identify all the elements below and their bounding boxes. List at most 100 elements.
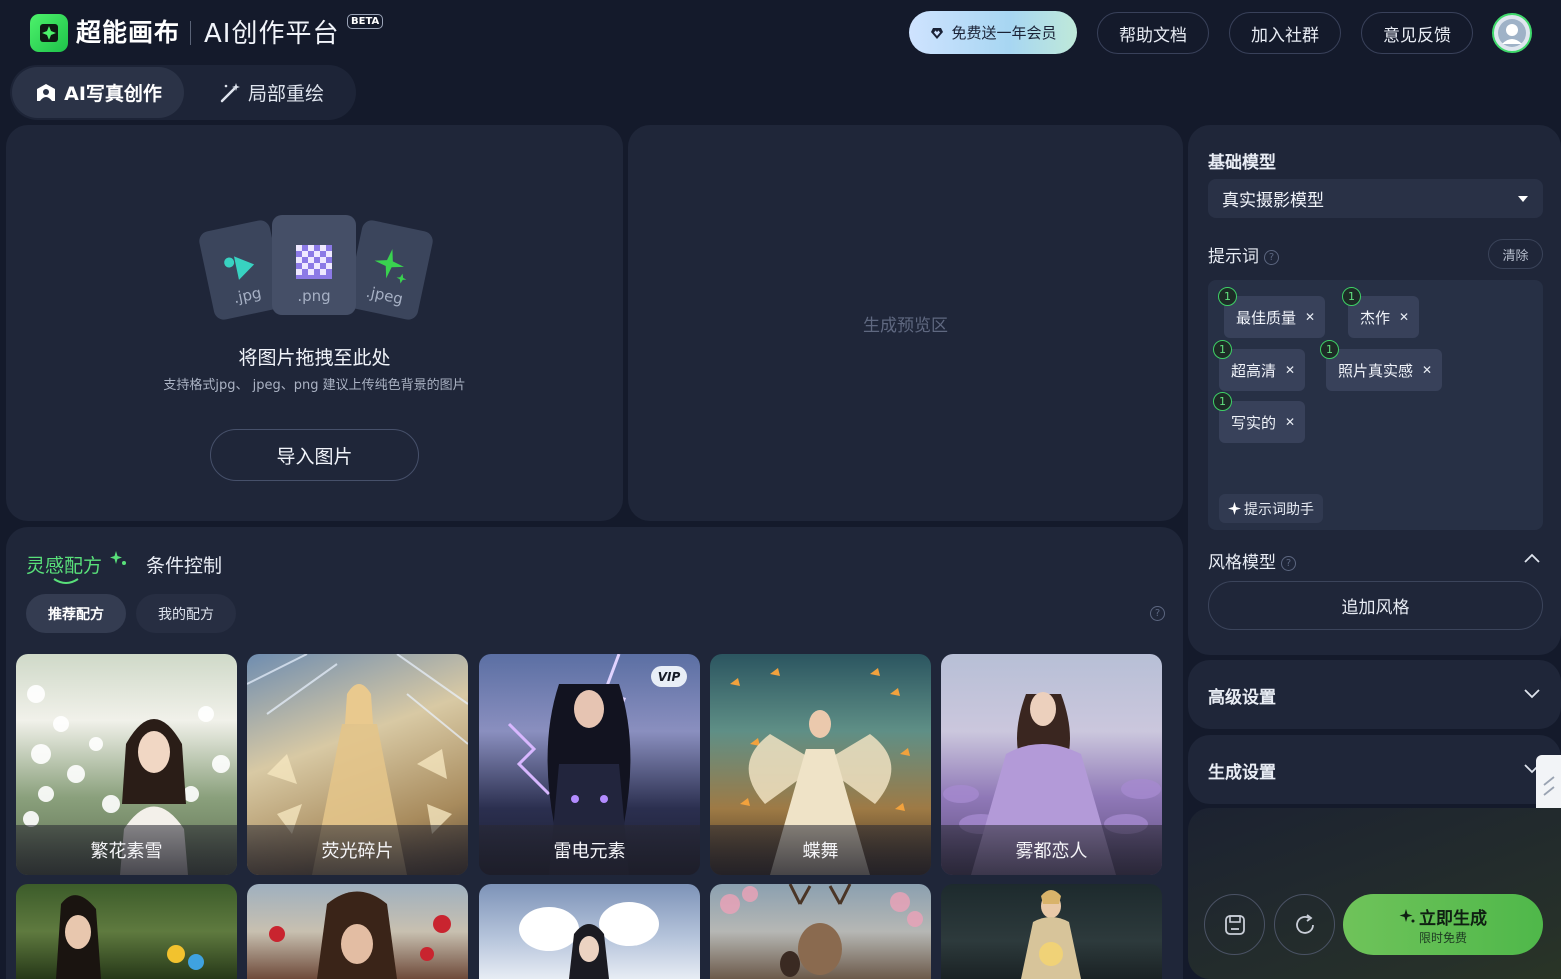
- pill-recommended[interactable]: 推荐配方: [26, 594, 126, 633]
- recipe-card[interactable]: 繁花素雪: [16, 654, 237, 875]
- drop-title: 将图片拖拽至此处: [238, 347, 391, 369]
- save-icon: [1224, 914, 1245, 935]
- generate-label: 立即生成: [1419, 908, 1487, 929]
- tag-weight[interactable]: 1: [1213, 340, 1232, 359]
- prompt-tag-box[interactable]: 1 最佳质量 ✕ 1 杰作 ✕ 1 超高清 ✕ 1 照片真实感 ✕ 1 写实的 …: [1208, 280, 1543, 530]
- free-vip-label: 免费送一年会员: [951, 24, 1057, 42]
- tab-inpaint[interactable]: 局部重绘: [196, 67, 346, 118]
- brand-name: 超能画布: [76, 18, 181, 47]
- generate-settings-label: 生成设置: [1208, 763, 1276, 783]
- card-label: 雷电元素: [479, 825, 700, 875]
- prompt-tag[interactable]: 1 写实的 ✕: [1213, 392, 1306, 443]
- remove-tag-icon[interactable]: ✕: [1285, 363, 1295, 377]
- prompt-assistant-label: 提示词助手: [1244, 501, 1314, 518]
- sparkle-icon: [374, 249, 407, 284]
- tab-inspiration[interactable]: 灵感配方: [26, 551, 102, 578]
- remove-tag-icon[interactable]: ✕: [1285, 415, 1295, 429]
- tag-label: 超高清: [1231, 361, 1277, 380]
- recipe-card[interactable]: [247, 884, 468, 979]
- prompt-tag[interactable]: 1 杰作 ✕: [1342, 287, 1420, 338]
- prompt-tag[interactable]: 1 超高清 ✕: [1213, 340, 1306, 391]
- style-model-row: 风格模型?: [1208, 548, 1296, 573]
- user-avatar[interactable]: [1492, 13, 1532, 53]
- help-docs-button[interactable]: 帮助文档: [1097, 12, 1209, 54]
- prompt-tag[interactable]: 1 最佳质量 ✕: [1218, 287, 1326, 338]
- resize-icon: [1542, 776, 1555, 796]
- play-icon: [224, 256, 255, 280]
- remove-tag-icon[interactable]: ✕: [1399, 310, 1409, 324]
- free-vip-button[interactable]: 免费送一年会员: [909, 11, 1077, 54]
- save-button[interactable]: [1204, 894, 1265, 955]
- sparkle-icon: [1228, 502, 1241, 515]
- platform-title: AI创作平台: [204, 19, 340, 49]
- add-style-button[interactable]: 追加风格: [1208, 581, 1543, 630]
- chevron-down-icon[interactable]: [1524, 689, 1540, 699]
- join-community-button[interactable]: 加入社群: [1229, 12, 1341, 54]
- jpeg-label: .jpeg: [364, 282, 405, 309]
- card-label: 蝶舞: [710, 825, 931, 875]
- prompt-tag[interactable]: 1 照片真实感 ✕: [1320, 340, 1443, 391]
- recipe-card[interactable]: [479, 884, 700, 979]
- tag-weight[interactable]: 1: [1342, 287, 1361, 306]
- generate-button[interactable]: 立即生成 限时免费: [1343, 894, 1543, 955]
- prompt-label-row: 提示词?: [1208, 242, 1279, 267]
- tab-underline-icon: [53, 578, 79, 584]
- sparkle-icon: [110, 551, 126, 565]
- help-icon[interactable]: ?: [1281, 555, 1296, 571]
- remove-tag-icon[interactable]: ✕: [1422, 363, 1432, 377]
- recipe-card[interactable]: [710, 884, 931, 979]
- card-label: 繁花素雪: [16, 825, 237, 875]
- beta-badge: BETA: [347, 14, 384, 29]
- base-model-select[interactable]: 真实摄影模型: [1208, 179, 1543, 218]
- card-image: [720, 884, 923, 977]
- clear-prompt-button[interactable]: 清除: [1488, 239, 1543, 269]
- base-model-label: 基础模型: [1208, 153, 1276, 173]
- diamond-heart-icon: [931, 27, 944, 39]
- sparkle-icon: [1399, 909, 1415, 923]
- preview-panel: 生成预览区: [628, 125, 1183, 521]
- tag-weight[interactable]: 1: [1213, 392, 1232, 411]
- remove-tag-icon[interactable]: ✕: [1305, 310, 1315, 324]
- style-model-label: 风格模型: [1208, 553, 1276, 573]
- recipe-card[interactable]: 荧光碎片: [247, 654, 468, 875]
- card-image: [519, 902, 659, 979]
- card-label: 荧光碎片: [247, 825, 468, 875]
- tag-weight[interactable]: 1: [1320, 340, 1339, 359]
- png-label: .png: [297, 287, 331, 305]
- checker-icon: [296, 245, 332, 279]
- recipe-card[interactable]: [16, 884, 237, 979]
- tab-condition-control[interactable]: 条件控制: [146, 551, 222, 578]
- brand-divider: [190, 21, 191, 45]
- prompt-assistant-button[interactable]: 提示词助手: [1219, 494, 1323, 523]
- drop-subtitle: 支持格式jpg、 jpeg、png 建议上传纯色背景的图片: [163, 378, 466, 393]
- import-image-button[interactable]: 导入图片: [210, 429, 419, 481]
- tag-label: 杰作: [1360, 308, 1391, 327]
- brand-logo: [30, 14, 68, 52]
- user-icon: [1498, 19, 1526, 47]
- tab-inspiration-label: 灵感配方: [26, 555, 103, 577]
- portrait-icon: [37, 83, 56, 101]
- tag-weight[interactable]: 1: [1218, 287, 1237, 306]
- caret-down-icon: [1518, 195, 1528, 202]
- png-file-card: .png: [272, 215, 356, 315]
- refresh-icon: [1295, 913, 1314, 934]
- recipe-card[interactable]: [941, 884, 1162, 979]
- tab-ai-portrait-label: AI写真创作: [64, 83, 162, 105]
- generate-main-row: 立即生成: [1399, 904, 1487, 929]
- magic-wand-icon: [220, 82, 240, 102]
- pill-my-recipes[interactable]: 我的配方: [136, 594, 236, 633]
- jpg-label: .jpg: [231, 283, 263, 308]
- preview-placeholder: 生成预览区: [863, 315, 948, 336]
- tab-inpaint-label: 局部重绘: [247, 83, 324, 105]
- card-image: [269, 891, 451, 979]
- recipe-card[interactable]: 蝶舞: [710, 654, 931, 875]
- help-icon[interactable]: ?: [1150, 606, 1165, 621]
- recipe-card[interactable]: 雾都恋人: [941, 654, 1162, 875]
- chevron-up-icon[interactable]: [1524, 553, 1540, 563]
- refresh-button[interactable]: [1274, 894, 1335, 955]
- base-model-value: 真实摄影模型: [1222, 191, 1324, 211]
- feedback-button[interactable]: 意见反馈: [1361, 12, 1473, 54]
- recipe-card[interactable]: VIP 雷电元素: [479, 654, 700, 875]
- tab-ai-portrait[interactable]: AI写真创作: [12, 67, 184, 118]
- help-icon[interactable]: ?: [1264, 249, 1279, 265]
